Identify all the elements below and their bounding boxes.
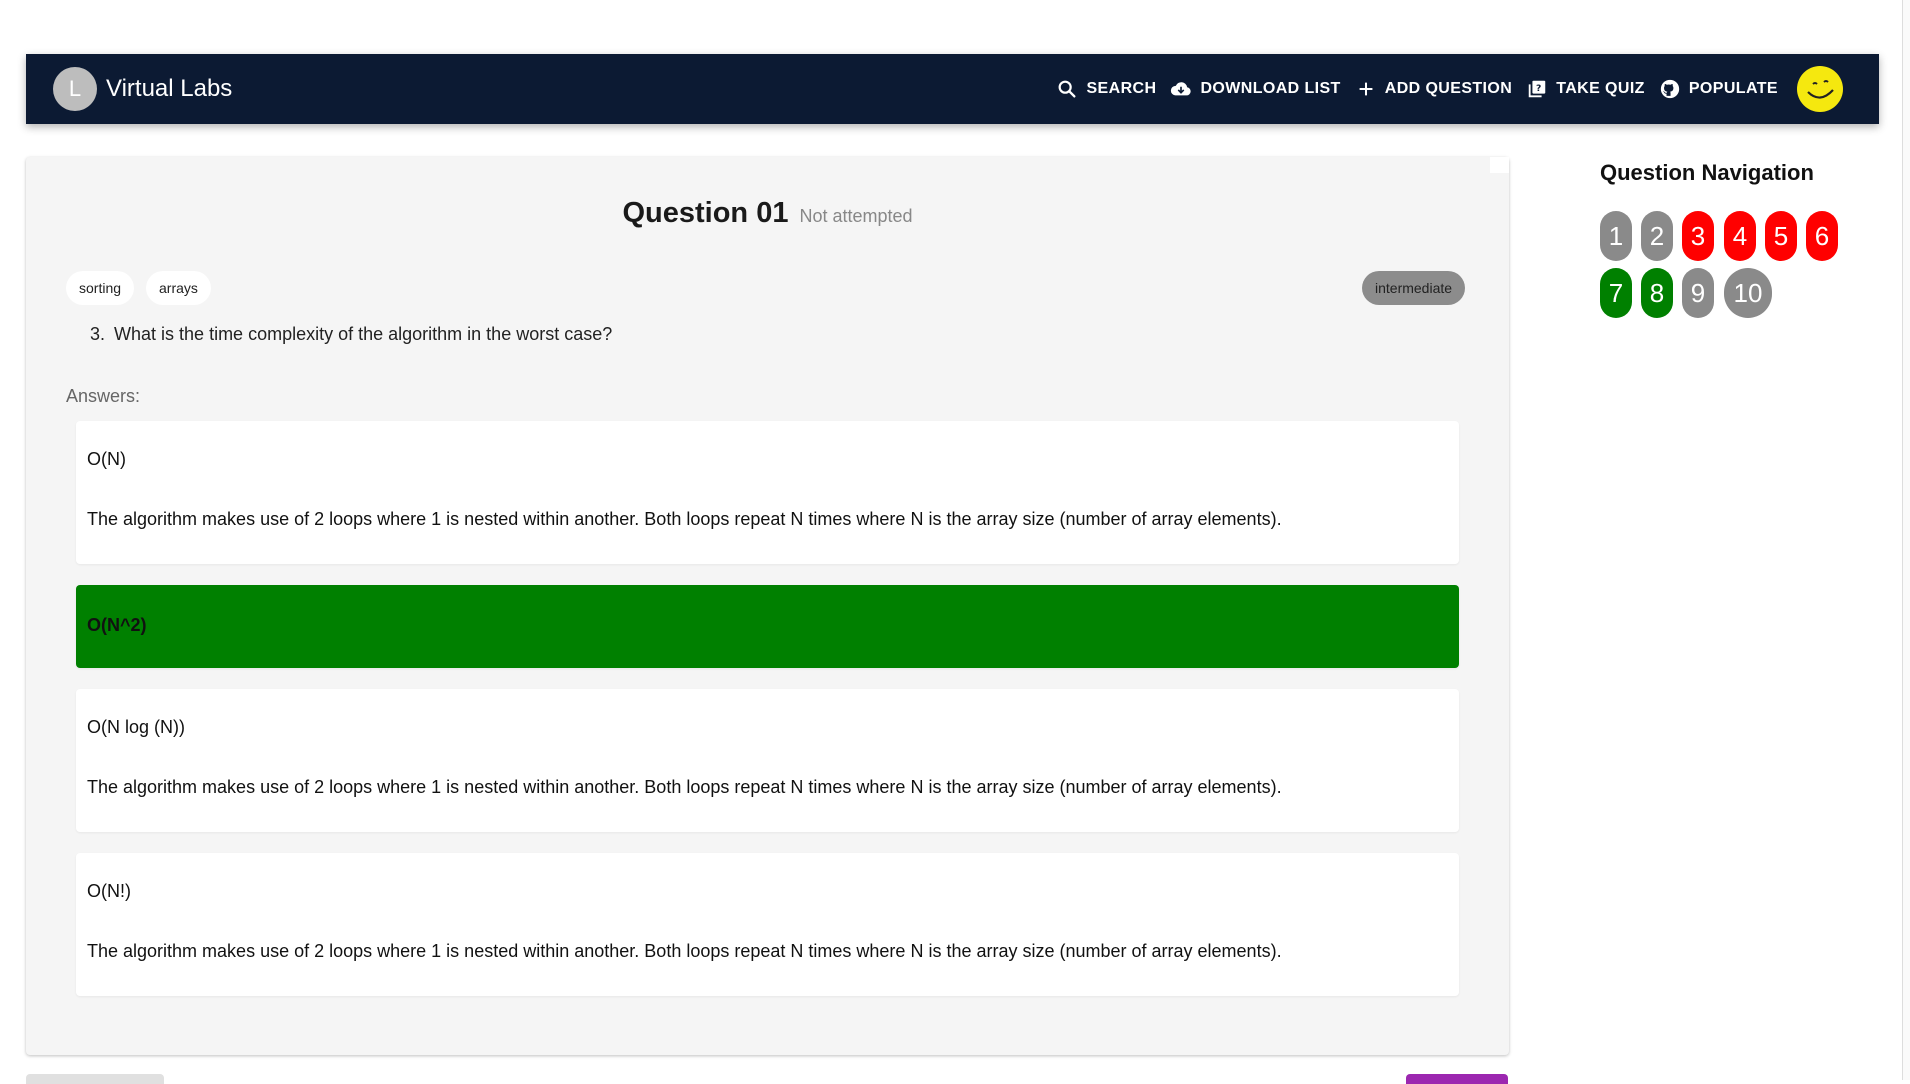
nav-question-8[interactable]: 8 [1641, 268, 1673, 318]
scrollbar[interactable] [1902, 0, 1910, 1080]
question-text: What is the time complexity of the algor… [114, 324, 613, 344]
previous-button[interactable] [26, 1074, 164, 1084]
take-quiz-button[interactable]: ? TAKE QUIZ [1519, 72, 1652, 106]
app-bar: L Virtual Labs SEARCH DOWNLOAD LIST ADD … [26, 54, 1879, 124]
download-list-button-label: DOWNLOAD LIST [1200, 80, 1341, 97]
brand-avatar[interactable]: L [53, 67, 97, 111]
answers-label: Answers: [66, 386, 141, 406]
question-header: Question 01 Not attempted [26, 197, 1509, 230]
nav-question-6[interactable]: 6 [1806, 211, 1838, 261]
tag-chip-arrays[interactable]: arrays [146, 271, 211, 305]
svg-text:?: ? [1536, 83, 1542, 94]
answer-option-text: O(N) [87, 449, 126, 469]
answer-option-text: O(N^2) [87, 615, 147, 635]
answer-explanation: The algorithm makes use of 2 loops where… [87, 941, 1282, 961]
answer-option-1[interactable]: O(N) The algorithm makes use of 2 loops … [76, 421, 1459, 564]
search-button-label: SEARCH [1086, 80, 1157, 97]
take-quiz-button-label: TAKE QUIZ [1556, 80, 1645, 97]
difficulty-chip[interactable]: intermediate [1362, 271, 1466, 305]
user-avatar[interactable] [1797, 66, 1843, 112]
question-card: Question 01 Not attempted sorting arrays… [26, 157, 1509, 1055]
smiley-avatar-icon [1807, 80, 1834, 99]
plus-icon [1355, 78, 1377, 100]
quiz-icon: ? [1526, 78, 1548, 100]
nav-actions: SEARCH DOWNLOAD LIST ADD QUESTION ? TAKE… [1049, 66, 1843, 112]
answer-explanation: The algorithm makes use of 2 loops where… [87, 509, 1282, 529]
nav-question-2[interactable]: 2 [1641, 211, 1673, 261]
populate-button-label: POPULATE [1688, 80, 1778, 97]
answer-option-text: O(N!) [87, 881, 131, 901]
tag-chip-sorting[interactable]: sorting [66, 271, 135, 305]
nav-question-1[interactable]: 1 [1600, 211, 1632, 261]
add-question-button[interactable]: ADD QUESTION [1348, 72, 1519, 106]
nav-question-10[interactable]: 10 [1724, 268, 1772, 318]
answer-option-text: O(N log (N)) [87, 717, 185, 737]
nav-question-5[interactable]: 5 [1765, 211, 1797, 261]
question-navigation-panel: Question Navigation 1 2 3 4 5 6 7 8 9 10 [1600, 160, 1838, 318]
question-title: Question 01 [622, 197, 789, 229]
nav-question-4[interactable]: 4 [1724, 211, 1756, 261]
populate-button[interactable]: POPULATE [1652, 72, 1785, 106]
add-question-button-label: ADD QUESTION [1384, 80, 1513, 97]
cloud-download-icon [1170, 78, 1192, 100]
answer-option-2-correct[interactable]: O(N^2) [76, 585, 1459, 668]
nav-question-7[interactable]: 7 [1600, 268, 1632, 318]
search-button[interactable]: SEARCH [1049, 72, 1163, 106]
download-list-button[interactable]: DOWNLOAD LIST [1163, 72, 1347, 106]
question-status: Not attempted [799, 206, 913, 226]
github-icon [1659, 78, 1681, 100]
card-corner [1490, 157, 1509, 173]
question-number: 3. [90, 324, 106, 344]
brand-title[interactable]: Virtual Labs [106, 75, 232, 103]
question-text-row: 3. What is the time complexity of the al… [90, 324, 612, 345]
question-navigation-title: Question Navigation [1600, 160, 1814, 185]
nav-question-3[interactable]: 3 [1682, 211, 1714, 261]
answer-option-3[interactable]: O(N log (N)) The algorithm makes use of … [76, 689, 1459, 832]
answer-option-4[interactable]: O(N!) The algorithm makes use of 2 loops… [76, 853, 1459, 996]
search-icon [1056, 78, 1078, 100]
nav-question-9[interactable]: 9 [1682, 268, 1714, 318]
next-button[interactable] [1406, 1074, 1508, 1084]
answer-explanation: The algorithm makes use of 2 loops where… [87, 777, 1282, 797]
